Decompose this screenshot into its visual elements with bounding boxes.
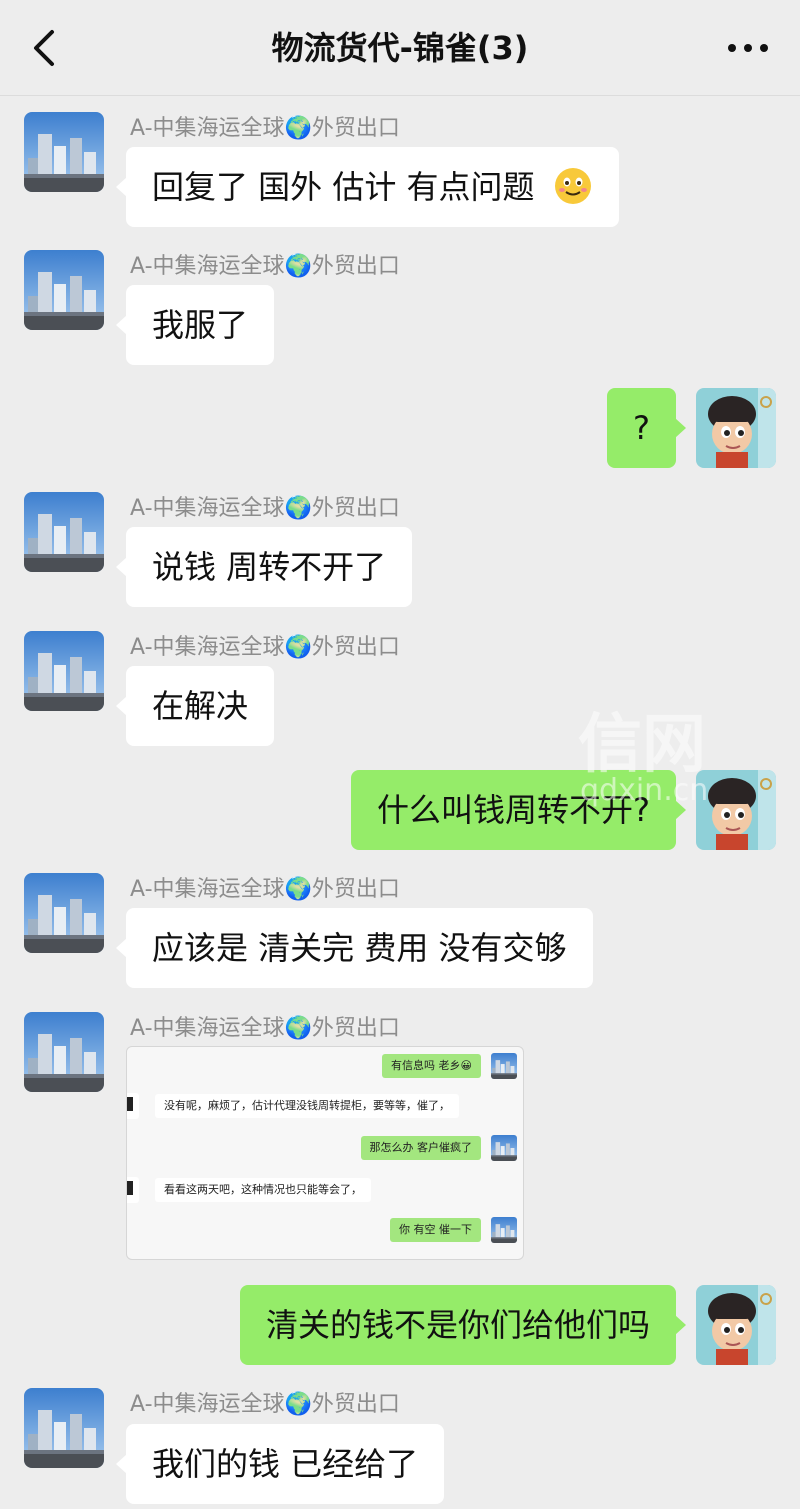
sender-name: A-中集海运全球🌍外贸出口 bbox=[130, 116, 400, 141]
chat-line: 没有呢，麻烦了，估计代理没钱周转提柜，要等等，催了， bbox=[155, 1094, 459, 1118]
message-text: 回复了 国外 估计 有点问题 bbox=[152, 168, 535, 206]
message-text: 什么叫钱周转不开? bbox=[377, 791, 650, 829]
message-text: 清关的钱不是你们给他们吗 bbox=[265, 1306, 650, 1344]
message-bubble[interactable]: 我们的钱 已经给了 bbox=[115, 1424, 445, 1504]
message-bubble[interactable]: 在解决 bbox=[115, 666, 275, 746]
contact-avatar[interactable] bbox=[24, 492, 104, 572]
message-text: 我们的钱 已经给了 bbox=[152, 1445, 419, 1483]
mini-avatar bbox=[491, 1053, 517, 1079]
chat-line: 看看这两天吧，这种情况也只能等会了， bbox=[155, 1178, 371, 1202]
mini-avatar bbox=[491, 1135, 517, 1161]
more-button[interactable] bbox=[726, 30, 770, 66]
chat-header: 物流货代-锦雀(3) bbox=[0, 0, 800, 96]
sender-name: A-中集海运全球🌍外贸出口 bbox=[130, 877, 400, 902]
image-message[interactable]: 有信息吗 老乡😀 没有呢，麻烦了，估计代理没钱周转提柜，要等等，催了， 那怎么办… bbox=[126, 1046, 524, 1260]
sender-name: A-中集海运全球🌍外贸出口 bbox=[130, 1016, 400, 1041]
chat-line: 你 有空 催一下 bbox=[390, 1218, 481, 1242]
chat-line: 有信息吗 老乡😀 bbox=[382, 1054, 481, 1078]
message-text: 我服了 bbox=[152, 306, 249, 344]
message-text: ? bbox=[633, 409, 650, 447]
contact-avatar[interactable] bbox=[24, 112, 104, 192]
message-text: 在解决 bbox=[152, 687, 249, 725]
message-bubble[interactable]: 回复了 国外 估计 有点问题 bbox=[116, 147, 619, 227]
sender-name: A-中集海运全球🌍外贸出口 bbox=[130, 635, 400, 660]
message-bubble[interactable]: 什么叫钱周转不开? bbox=[351, 770, 686, 850]
contact-avatar[interactable] bbox=[24, 250, 104, 330]
message-bubble[interactable]: 说钱 周转不开了 bbox=[115, 527, 413, 607]
my-avatar[interactable] bbox=[696, 388, 776, 468]
contact-avatar[interactable] bbox=[24, 873, 104, 953]
sender-name: A-中集海运全球🌍外贸出口 bbox=[130, 254, 400, 279]
message-bubble[interactable]: ? bbox=[607, 388, 686, 468]
chat-title: 物流货代-锦雀(3) bbox=[271, 29, 529, 67]
message-text: 应该是 清关完 费用 没有交够 bbox=[152, 929, 567, 967]
message-text: 说钱 周转不开了 bbox=[152, 548, 387, 586]
ellipsis-icon bbox=[728, 44, 768, 52]
contact-avatar[interactable] bbox=[24, 631, 104, 711]
sender-name: A-中集海运全球🌍外贸出口 bbox=[130, 496, 400, 521]
contact-avatar[interactable] bbox=[24, 1388, 104, 1468]
contact-avatar[interactable] bbox=[24, 1012, 104, 1092]
chat-line: 那怎么办 客户催疯了 bbox=[360, 1136, 481, 1160]
message-bubble[interactable]: 清关的钱不是你们给他们吗 bbox=[239, 1285, 687, 1365]
mini-avatar bbox=[127, 1093, 139, 1119]
my-avatar[interactable] bbox=[696, 770, 776, 850]
mini-avatar bbox=[491, 1217, 517, 1243]
message-bubble[interactable]: 我服了 bbox=[115, 285, 275, 365]
message-bubble[interactable]: 应该是 清关完 费用 没有交够 bbox=[116, 908, 593, 988]
my-avatar[interactable] bbox=[696, 1285, 776, 1365]
smiling-face-icon bbox=[554, 168, 591, 204]
mini-avatar bbox=[127, 1177, 139, 1203]
sender-name: A-中集海运全球🌍外贸出口 bbox=[130, 1392, 400, 1417]
